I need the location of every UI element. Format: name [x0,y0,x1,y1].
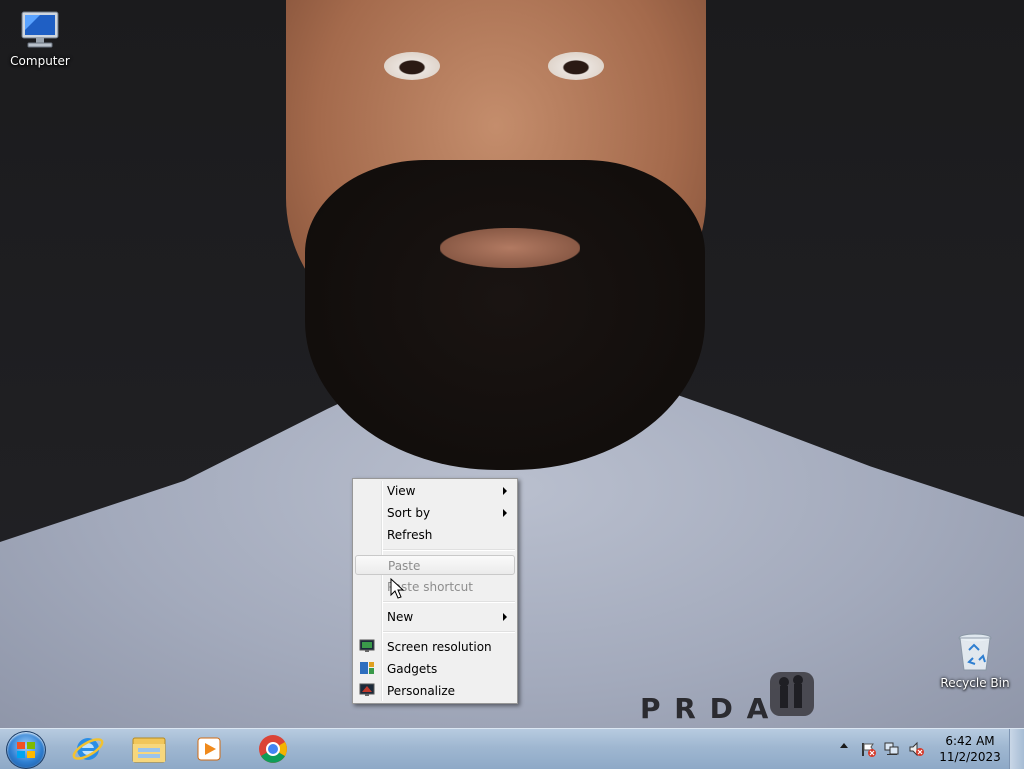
menu-item-paste-shortcut[interactable]: Paste shortcut [355,577,515,597]
menu-item-label: Paste [388,559,421,573]
monitor-icon [359,639,375,653]
menu-item-gadgets[interactable]: Gadgets [355,659,515,679]
menu-item-label: Refresh [387,528,433,542]
menu-separator [383,549,515,551]
action-center-flag-icon[interactable] [860,741,876,757]
menu-separator [383,601,515,603]
menu-item-paste[interactable]: Paste [355,555,515,575]
wallpaper-mouth [440,228,580,268]
submenu-arrow-icon [503,613,507,621]
desktop-context-menu: View Sort by Refresh Paste Paste shortcu… [352,478,518,704]
desktop-icon-recycle-bin[interactable]: Recycle Bin [937,630,1013,690]
wallpaper-eye-right [548,52,604,80]
gadgets-icon [359,661,375,675]
wallpaper-logo-text: P R D A [640,692,771,725]
computer-icon [16,8,64,52]
chrome-icon [259,735,287,763]
taskbar-internet-explorer[interactable] [60,729,118,769]
show-hidden-icons-chevron[interactable] [840,743,848,748]
file-explorer-icon [132,737,166,763]
menu-item-label: Sort by [387,506,431,520]
taskbar-chrome[interactable] [244,729,302,769]
desktop-icon-computer[interactable]: Computer [2,8,78,68]
clock[interactable]: 6:42 AM 11/2/2023 [938,733,1002,765]
menu-item-sort-by[interactable]: Sort by [355,503,515,523]
recycle-bin-icon [951,630,999,674]
wallpaper-silhouette [770,672,814,716]
submenu-arrow-icon [503,509,507,517]
submenu-arrow-icon [503,487,507,495]
wallpaper-beard [305,160,705,470]
internet-explorer-icon [72,738,104,760]
desktop-icon-label: Recycle Bin [940,676,1010,690]
show-desktop-button[interactable] [1009,729,1024,769]
menu-separator [383,631,515,633]
menu-item-view[interactable]: View [355,481,515,501]
clock-time: 6:42 AM [945,734,995,748]
mouse-cursor-icon [390,578,405,599]
volume-muted-icon[interactable] [908,741,924,757]
network-icon[interactable] [884,741,900,757]
media-player-icon [197,737,221,761]
menu-item-new[interactable]: New [355,607,515,627]
menu-item-label: View [387,484,416,498]
system-tray: 6:42 AM 11/2/2023 [834,729,1024,769]
start-button[interactable] [6,731,46,769]
menu-item-label: New [387,610,414,624]
menu-item-refresh[interactable]: Refresh [355,525,515,545]
menu-item-label: Personalize [387,684,456,698]
personalize-icon [359,683,375,697]
windows-logo-icon [17,742,35,758]
desktop-icon-label: Computer [10,54,70,68]
menu-item-label: Screen resolution [387,640,492,654]
clock-date: 11/2/2023 [939,750,1001,764]
taskbar: 6:42 AM 11/2/2023 [0,728,1024,769]
wallpaper-eye-left [384,52,440,80]
taskbar-file-explorer[interactable] [120,729,178,769]
menu-item-screen-resolution[interactable]: Screen resolution [355,637,515,657]
menu-item-personalize[interactable]: Personalize [355,681,515,701]
menu-item-label: Gadgets [387,662,438,676]
taskbar-media-player[interactable] [180,729,238,769]
